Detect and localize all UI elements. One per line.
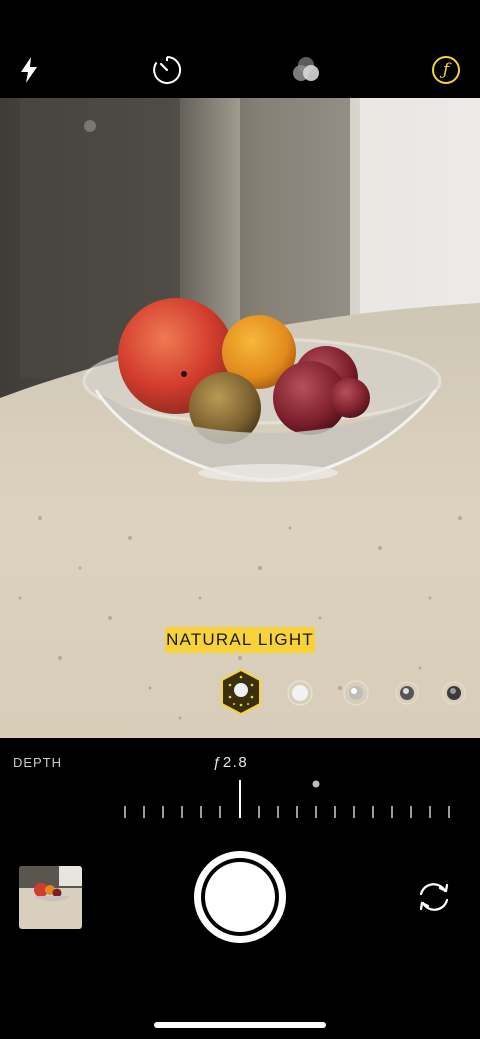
- depth-aperture-icon[interactable]: ƒ: [428, 52, 464, 88]
- natural-light-option[interactable]: [219, 668, 263, 716]
- filters-icon[interactable]: [288, 52, 324, 88]
- lighting-mode-label: NATURAL LIGHT: [165, 627, 315, 653]
- flip-camera-icon[interactable]: [414, 877, 454, 917]
- stage-light-mono-option[interactable]: [441, 680, 467, 706]
- shutter-core: [205, 862, 275, 932]
- aperture-value: ƒ2.8: [213, 754, 249, 771]
- home-indicator[interactable]: [154, 1022, 326, 1028]
- depth-slider[interactable]: [0, 775, 480, 825]
- timer-icon[interactable]: [149, 52, 185, 88]
- last-photo-thumbnail[interactable]: [19, 866, 82, 929]
- studio-light-option[interactable]: [286, 679, 314, 707]
- stage-light-option[interactable]: [394, 680, 420, 706]
- depth-icon-glyph: ƒ: [442, 60, 450, 80]
- contour-light-option[interactable]: [342, 679, 370, 707]
- flash-icon[interactable]: [11, 52, 47, 88]
- shutter-button[interactable]: [194, 851, 286, 943]
- top-bar: ƒ: [0, 0, 480, 98]
- depth-label: DEPTH: [13, 755, 63, 770]
